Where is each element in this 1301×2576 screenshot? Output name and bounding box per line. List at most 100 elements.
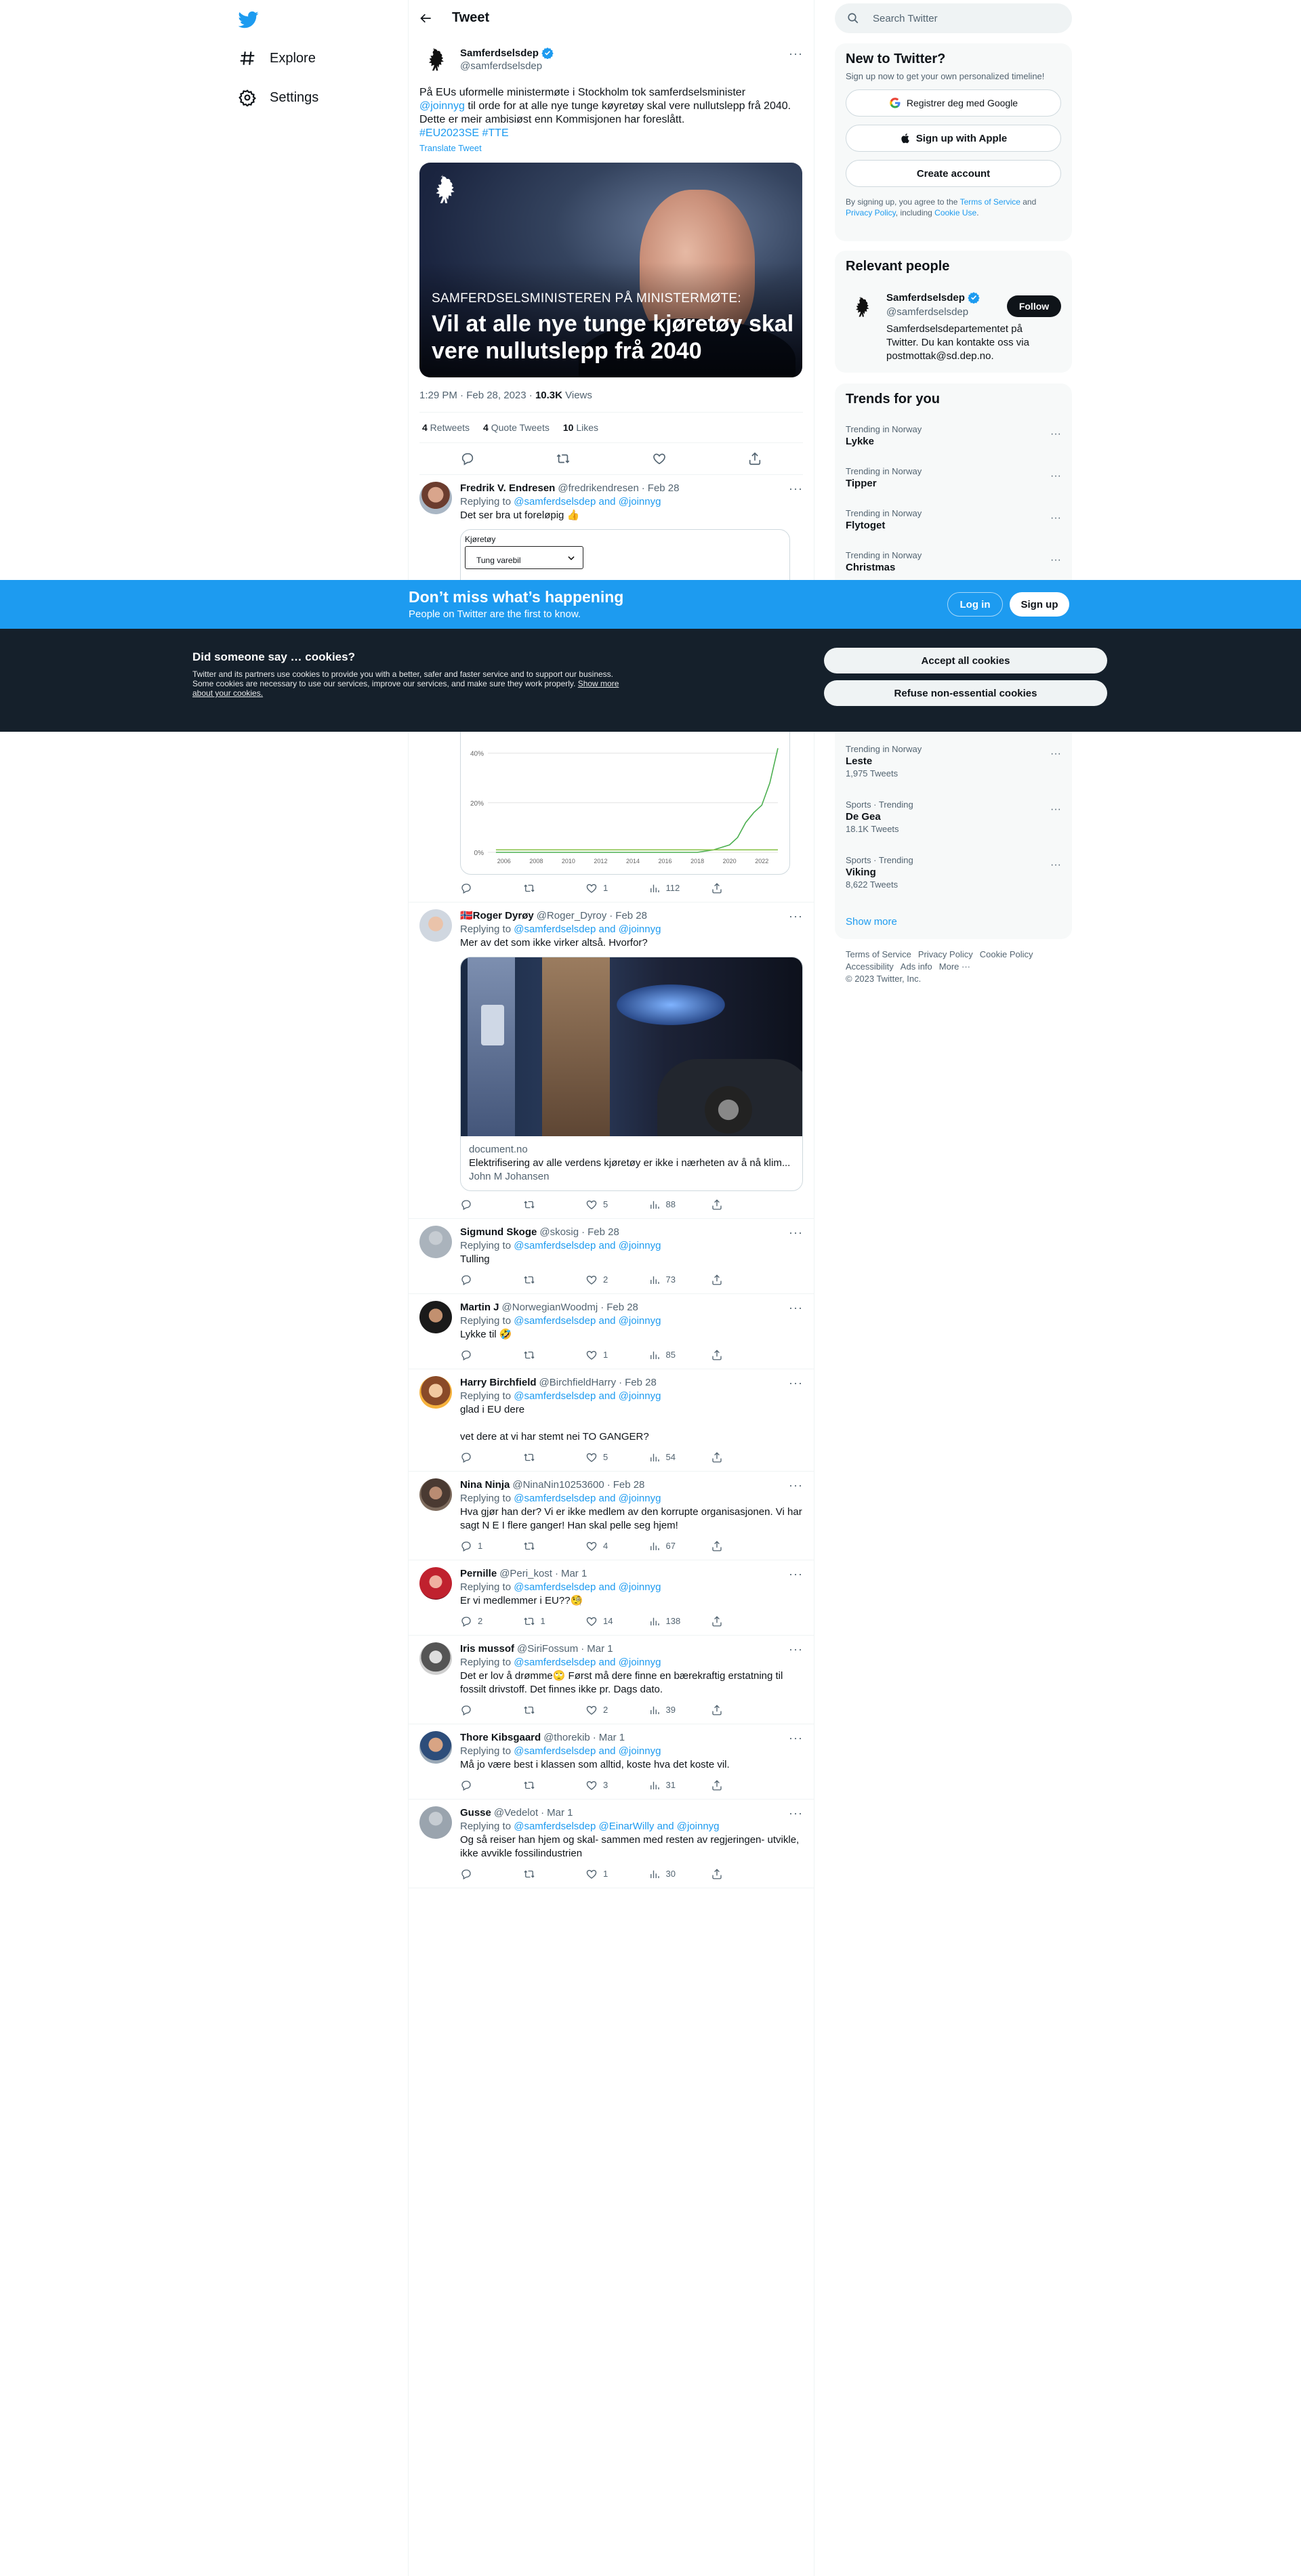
terms-of-service-link[interactable]: Terms of Service <box>960 197 1020 207</box>
reply-author-name[interactable]: Gusse <box>460 1806 491 1820</box>
share-button[interactable] <box>711 1779 751 1792</box>
replying-to-mentions[interactable]: @samferdselsdep and @joinnyg <box>514 1745 661 1757</box>
reply-tweet[interactable]: Sigmund Skoge @skosig · Feb 28 Replying to @… <box>409 1219 814 1294</box>
reply-button[interactable] <box>460 881 501 895</box>
like-button[interactable]: 1 <box>585 881 626 895</box>
quotes-stat[interactable]: 4 Quote Tweets <box>483 422 550 433</box>
timestamp[interactable]: 1:29 PM · Feb 28, 2023 · <box>419 390 535 401</box>
like-button[interactable]: 2 <box>585 1273 626 1287</box>
reply-tweet[interactable]: Iris mussof @SiriFossum · Mar 1 Replying to … <box>409 1636 814 1724</box>
accept-cookies-button[interactable]: Accept all cookies <box>824 648 1107 673</box>
reply-date[interactable]: Mar 1 <box>587 1642 613 1656</box>
reply-author-handle[interactable]: @NorwegianWoodmj <box>502 1301 598 1314</box>
reply-button[interactable] <box>460 1348 501 1362</box>
reply-author-name[interactable]: Harry Birchfield <box>460 1376 537 1390</box>
like-button[interactable]: 2 <box>585 1703 626 1717</box>
reply-author-name[interactable]: Thore Kibsgaard <box>460 1731 541 1745</box>
reply-author-handle[interactable]: @Roger_Dyroy <box>537 909 607 923</box>
reply-author-handle[interactable]: @thorekib <box>543 1731 590 1745</box>
more-options-icon[interactable]: ··· <box>789 1478 803 1493</box>
reply-date[interactable]: Feb 28 <box>606 1301 638 1314</box>
reply-avatar[interactable] <box>419 482 452 514</box>
more-options-icon[interactable]: ··· <box>1050 512 1061 524</box>
translate-tweet-link[interactable]: Translate Tweet <box>419 143 803 153</box>
reply-author-handle[interactable]: @Vedelot <box>494 1806 538 1820</box>
views-button[interactable]: 73 <box>648 1273 689 1287</box>
more-options-icon[interactable]: ··· <box>789 909 803 923</box>
views-button[interactable]: 54 <box>648 1451 689 1464</box>
share-button[interactable] <box>711 1703 751 1717</box>
relevant-person-name[interactable]: Samferdselsdep <box>886 292 965 304</box>
reply-tweet[interactable]: Harry Birchfield @BirchfieldHarry · Feb 28 R… <box>409 1369 814 1472</box>
like-button[interactable]: 1 <box>585 1867 626 1881</box>
reply-author-name[interactable]: Martin J <box>460 1301 499 1314</box>
reply-author-name[interactable]: 🇳🇴Roger Dyrøy <box>460 909 534 923</box>
mention-joinnyg[interactable]: @joinnyg <box>419 100 465 112</box>
more-options-icon[interactable]: ··· <box>1050 554 1061 566</box>
replying-to-mentions[interactable]: @samferdselsdep and @joinnyg <box>514 1493 661 1504</box>
replying-to-mentions[interactable]: @samferdselsdep and @joinnyg <box>514 1657 661 1668</box>
samferdselsdep-avatar[interactable] <box>419 44 452 77</box>
reply-avatar[interactable] <box>419 1642 452 1675</box>
reply-date[interactable]: Feb 28 <box>648 482 680 495</box>
reply-avatar[interactable] <box>419 1478 452 1511</box>
reply-author-handle[interactable]: @SiriFossum <box>517 1642 578 1656</box>
more-options-icon[interactable]: ··· <box>789 1301 803 1315</box>
reply-avatar[interactable] <box>419 1376 452 1409</box>
reply-button[interactable] <box>460 1867 501 1881</box>
retweet-button[interactable] <box>523 881 564 895</box>
reply-date[interactable]: Mar 1 <box>547 1806 573 1820</box>
footer-link[interactable]: Privacy Policy <box>918 949 973 961</box>
reply-date[interactable]: Mar 1 <box>599 1731 625 1745</box>
share-button[interactable] <box>711 1198 751 1211</box>
more-options-icon[interactable]: ··· <box>1050 804 1061 816</box>
follow-button[interactable]: Follow <box>1007 295 1061 317</box>
share-button[interactable] <box>711 1539 751 1553</box>
relevant-person-handle[interactable]: @samferdselsdep <box>886 306 968 318</box>
like-button[interactable]: 1 <box>585 1348 626 1362</box>
reply-author-handle[interactable]: @fredrikendresen <box>558 482 638 495</box>
hashtags[interactable]: #EU2023SE #TTE <box>419 127 509 139</box>
views-button[interactable]: 30 <box>648 1867 689 1881</box>
reply-button[interactable]: 1 <box>460 1539 501 1553</box>
retweet-icon[interactable] <box>556 451 571 466</box>
reply-avatar[interactable] <box>419 1567 452 1600</box>
retweet-button[interactable] <box>523 1703 564 1717</box>
more-options-icon[interactable]: ··· <box>789 1226 803 1240</box>
more-options-icon[interactable]: ··· <box>789 1642 803 1657</box>
retweet-button[interactable] <box>523 1198 564 1211</box>
retweets-stat[interactable]: 4 Retweets <box>422 422 470 433</box>
trend-item[interactable]: Sports · Trending De Gea 18.1K Tweets ··· <box>846 799 1061 834</box>
trend-item[interactable]: Trending in Norway Lykke ··· <box>846 424 1061 447</box>
reply-date[interactable]: Feb 28 <box>613 1478 645 1492</box>
more-options-icon[interactable]: ··· <box>789 1376 803 1390</box>
reply-button[interactable] <box>460 1198 501 1211</box>
reply-author-handle[interactable]: @skosig <box>539 1226 579 1239</box>
reply-avatar[interactable] <box>419 909 452 942</box>
replying-to-mentions[interactable]: @samferdselsdep and @joinnyg <box>514 923 661 935</box>
footer-link[interactable]: Terms of Service <box>846 949 911 961</box>
reply-date[interactable]: Feb 28 <box>625 1376 657 1390</box>
replying-to-mentions[interactable]: @samferdselsdep and @joinnyg <box>514 1315 661 1327</box>
trend-item[interactable]: Trending in Norway Flytoget ··· <box>846 508 1061 531</box>
reply-author-name[interactable]: Nina Ninja <box>460 1478 510 1492</box>
reply-button[interactable] <box>460 1451 501 1464</box>
views-button[interactable]: 112 <box>648 881 689 895</box>
search-input[interactable]: Search Twitter <box>835 3 1072 33</box>
link-card[interactable]: document.no Elektrifisering av alle verde… <box>460 957 803 1191</box>
like-button[interactable]: 5 <box>585 1198 626 1211</box>
retweet-button[interactable] <box>523 1779 564 1792</box>
like-button[interactable]: 4 <box>585 1539 626 1553</box>
views-button[interactable]: 31 <box>648 1779 689 1792</box>
reply-tweet[interactable]: Nina Ninja @NinaNin10253600 · Feb 28 Replyin… <box>409 1472 814 1560</box>
nav-explore[interactable]: Explore <box>239 45 316 72</box>
replying-to-mentions[interactable]: @samferdselsdep and @joinnyg <box>514 1240 661 1251</box>
footer-link[interactable]: Accessibility <box>846 961 894 973</box>
footer-link[interactable]: More ··· <box>939 961 970 973</box>
reply-tweet[interactable]: Martin J @NorwegianWoodmj · Feb 28 Replying … <box>409 1294 814 1369</box>
more-options-icon[interactable]: ··· <box>789 482 803 496</box>
trend-item[interactable]: Trending in Norway Christmas ··· <box>846 550 1061 573</box>
trend-item[interactable]: Sports · Trending Viking 8,622 Tweets ··· <box>846 855 1061 890</box>
likes-stat[interactable]: 10 Likes <box>563 422 598 433</box>
relevant-person-avatar[interactable] <box>846 291 878 324</box>
